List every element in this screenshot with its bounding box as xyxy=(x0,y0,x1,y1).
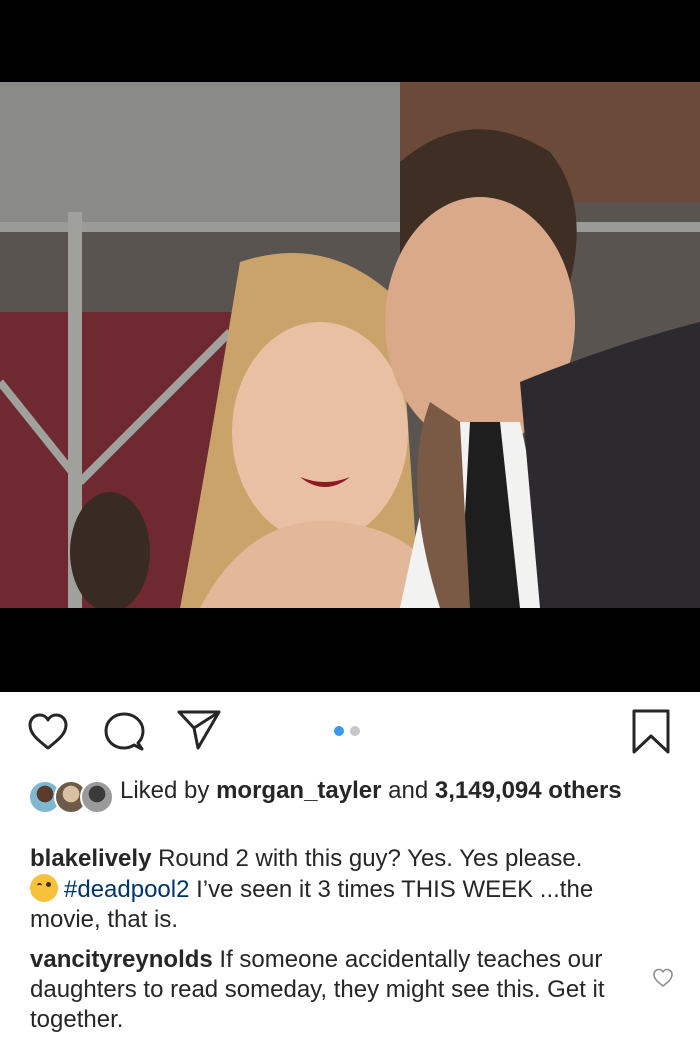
caption-text: Round 2 with this guy? Yes. Yes please. xyxy=(151,845,583,872)
comment-like-button[interactable] xyxy=(652,967,674,989)
post-media[interactable] xyxy=(0,0,700,692)
post-caption: blakelively Round 2 with this guy? Yes. … xyxy=(0,844,700,935)
action-bar xyxy=(0,692,700,776)
avatar xyxy=(80,780,114,814)
likes-count[interactable]: 3,149,094 xyxy=(435,777,542,804)
carousel-dot-active xyxy=(334,726,344,736)
comment-icon xyxy=(104,712,145,751)
comment-button[interactable] xyxy=(102,710,146,754)
caption-hashtag[interactable]: #deadpool2 xyxy=(64,876,189,903)
comment-item: vancityreynolds If someone accidentally … xyxy=(0,945,700,1035)
likes-prefix: Liked by xyxy=(120,777,217,804)
bookmark-icon xyxy=(632,709,670,754)
post-photo-illustration xyxy=(0,82,700,608)
comment-username[interactable]: vancityreynolds xyxy=(30,946,213,973)
share-button[interactable] xyxy=(176,708,222,752)
winking-face-icon xyxy=(30,874,58,902)
heart-icon xyxy=(653,968,673,987)
caption-username[interactable]: blakelively xyxy=(30,845,151,872)
likes-summary[interactable]: Liked by morgan_tayler and 3,149,094 oth… xyxy=(0,776,700,840)
save-button[interactable] xyxy=(630,708,672,756)
like-button[interactable] xyxy=(26,710,70,754)
carousel-indicator xyxy=(334,726,360,736)
carousel-dot xyxy=(350,726,360,736)
share-icon xyxy=(177,710,221,750)
liker-username[interactable]: morgan_tayler xyxy=(216,777,381,804)
likes-middle: and xyxy=(381,777,435,804)
heart-icon xyxy=(28,713,68,750)
liker-avatars[interactable] xyxy=(28,780,114,814)
likes-suffix[interactable]: others xyxy=(542,777,621,804)
post-photo[interactable] xyxy=(0,82,700,608)
